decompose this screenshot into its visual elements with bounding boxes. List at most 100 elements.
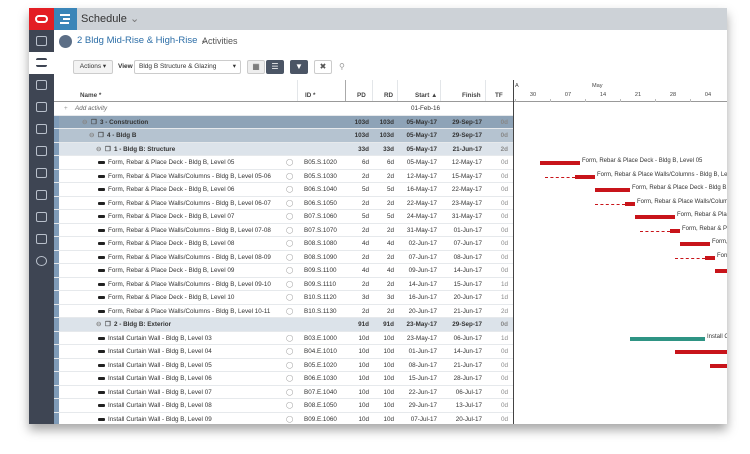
oracle-logo-icon[interactable]: [29, 8, 54, 30]
people-icon[interactable]: [29, 96, 54, 118]
collapse-icon[interactable]: ⊖: [96, 318, 101, 331]
gantt-bar[interactable]: [710, 363, 727, 368]
add-activity-row[interactable]: + Add activity 01-Feb-16: [54, 102, 513, 116]
sort-asc-icon: ▲: [431, 92, 438, 99]
table-row[interactable]: Install Curtain Wall - Bldg B, Level 05 ◯…: [54, 358, 513, 372]
table-row[interactable]: Form, Rebar & Place Deck - Bldg B, Level…: [54, 156, 513, 170]
remaining-duration: 2d: [386, 253, 394, 261]
comment-icon[interactable]: ◯: [286, 372, 293, 385]
comment-icon[interactable]: ◯: [286, 305, 293, 318]
table-view-button[interactable]: ▦: [247, 60, 265, 74]
calendar-icon[interactable]: [29, 30, 54, 52]
collapse-icon[interactable]: ⊖: [82, 116, 87, 129]
comment-icon[interactable]: ◯: [286, 386, 293, 399]
table-row[interactable]: Form, Rebar & Place Walls/Columns - Bldg…: [54, 196, 513, 210]
comment-icon[interactable]: ◯: [286, 156, 293, 169]
col-finish[interactable]: Finish: [462, 92, 481, 99]
collapse-icon[interactable]: ⊖: [96, 143, 101, 156]
clipboard-icon[interactable]: [29, 228, 54, 250]
finish-date: 06-Jun-17: [453, 334, 482, 342]
group-row[interactable]: ⊖ ❐ 4 - Bldg B 103d 103d 05-May-17 29-Sep-17 0d: [54, 129, 513, 143]
schedule-icon[interactable]: [29, 52, 54, 74]
cube-icon[interactable]: [29, 118, 54, 140]
gantt-bar[interactable]: [675, 350, 727, 354]
comment-icon[interactable]: ◯: [286, 345, 293, 358]
app-switcher[interactable]: Schedule ⌄: [81, 12, 139, 25]
add-resource-icon[interactable]: [29, 140, 54, 162]
table-row[interactable]: Install Curtain Wall - Bldg B, Level 03 ◯…: [54, 331, 513, 345]
table-row[interactable]: Form, Rebar & Place Walls/Columns - Bldg…: [54, 223, 513, 237]
wbs-icon: ❐: [105, 321, 111, 328]
comment-icon[interactable]: ◯: [286, 224, 293, 237]
remaining-duration: 10d: [383, 375, 394, 382]
col-id[interactable]: ID *: [305, 92, 316, 99]
comment-icon[interactable]: ◯: [286, 197, 293, 210]
activity-name: Form, Rebar & Place Deck - Bldg B, Level…: [108, 240, 235, 247]
gantt-bar[interactable]: [540, 161, 580, 165]
comment-icon[interactable]: ◯: [286, 251, 293, 264]
collapse-icon[interactable]: ⊖: [89, 129, 94, 142]
gear-icon[interactable]: [29, 250, 54, 272]
comment-icon[interactable]: ◯: [286, 332, 293, 345]
table-row[interactable]: Install Curtain Wall - Bldg B, Level 07 ◯…: [54, 385, 513, 399]
group-row[interactable]: ⊖ ❐ 2 - Bldg B: Exterior 91d 91d 23-May-17 29-…: [54, 318, 513, 332]
table-row[interactable]: Form, Rebar & Place Deck - Bldg B, Level…: [54, 210, 513, 224]
gantt-bar[interactable]: [635, 215, 675, 219]
table-row[interactable]: Install Curtain Wall - Bldg B, Level 04 ◯…: [54, 345, 513, 359]
gantt-bar[interactable]: [630, 336, 705, 341]
comment-icon[interactable]: ◯: [286, 183, 293, 196]
gantt-bar[interactable]: [575, 174, 595, 179]
group-row[interactable]: ⊖ ❐ 1 - Bldg B: Structure 33d 33d 05-May-17 21…: [54, 142, 513, 156]
expand-icon[interactable]: [29, 184, 54, 206]
report-icon[interactable]: [29, 162, 54, 184]
table-row[interactable]: Form, Rebar & Place Deck - Bldg B, Level…: [54, 237, 513, 251]
tools-button[interactable]: ✖: [314, 60, 332, 74]
project-selector[interactable]: 2 Bldg Mid-Rise & High-Rise ⌄: [77, 30, 208, 52]
remaining-duration: 10d: [383, 415, 394, 423]
table-row[interactable]: Form, Rebar & Place Deck - Bldg B, Level…: [54, 264, 513, 278]
gantt-bar[interactable]: [670, 228, 680, 233]
table-row[interactable]: Form, Rebar & Place Deck - Bldg B, Level…: [54, 291, 513, 305]
table-row[interactable]: Form, Rebar & Place Walls/Columns - Bldg…: [54, 250, 513, 264]
remaining-duration: 2d: [386, 199, 394, 207]
col-start[interactable]: Start ▲: [415, 92, 437, 99]
gantt-bar[interactable]: [715, 269, 727, 273]
table-row[interactable]: Install Curtain Wall - Bldg B, Level 09 ◯…: [54, 412, 513, 425]
comment-icon[interactable]: ◯: [286, 359, 293, 372]
gantt-bar[interactable]: [595, 188, 630, 192]
finish-date: 21-Jun-17: [452, 145, 482, 153]
filter-button[interactable]: ▼: [290, 60, 308, 74]
table-row[interactable]: Form, Rebar & Place Walls/Columns - Bldg…: [54, 169, 513, 183]
col-tf[interactable]: TF: [495, 92, 503, 99]
comment-icon[interactable]: ◯: [286, 399, 293, 412]
comment-icon[interactable]: ◯: [286, 278, 293, 291]
activity-id: B04.E.1010: [304, 348, 337, 355]
comment-icon[interactable]: ◯: [286, 237, 293, 250]
table-row[interactable]: Form, Rebar & Place Deck - Bldg B, Level…: [54, 183, 513, 197]
gantt-bar[interactable]: [625, 201, 635, 206]
finish-date: 01-Jun-17: [453, 226, 482, 234]
comment-icon[interactable]: ◯: [286, 210, 293, 223]
gantt-bar[interactable]: [680, 242, 710, 246]
comment-icon[interactable]: ◯: [286, 291, 293, 304]
comment-icon[interactable]: ◯: [286, 264, 293, 277]
col-pd[interactable]: PD: [357, 92, 366, 99]
search-icon[interactable]: ⚲: [339, 62, 345, 71]
group-row[interactable]: ⊖ ❐ 3 - Construction 103d 103d 05-May-17 29-Se…: [54, 115, 513, 129]
table-row[interactable]: Install Curtain Wall - Bldg B, Level 06 ◯…: [54, 372, 513, 386]
document-icon[interactable]: [29, 74, 54, 96]
gantt-bar[interactable]: [705, 255, 715, 260]
table-row[interactable]: Form, Rebar & Place Walls/Columns - Bldg…: [54, 277, 513, 291]
table-row[interactable]: Install Curtain Wall - Bldg B, Level 08 ◯…: [54, 399, 513, 413]
actions-button[interactable]: Actions ▾: [73, 60, 113, 74]
col-rd[interactable]: RD: [384, 92, 393, 99]
gantt-view-button[interactable]: ☰: [266, 60, 284, 74]
col-name[interactable]: Name *: [80, 92, 101, 99]
start-date: 05-May-17: [406, 118, 437, 126]
remaining-duration: 10d: [383, 361, 394, 369]
view-select[interactable]: Bldg B Structure & Glazing ▾: [134, 60, 241, 74]
comment-icon[interactable]: ◯: [286, 170, 293, 183]
comment-icon[interactable]: ◯: [286, 413, 293, 425]
settings-doc-icon[interactable]: [29, 206, 54, 228]
table-row[interactable]: Form, Rebar & Place Walls/Columns - Bldg…: [54, 304, 513, 318]
